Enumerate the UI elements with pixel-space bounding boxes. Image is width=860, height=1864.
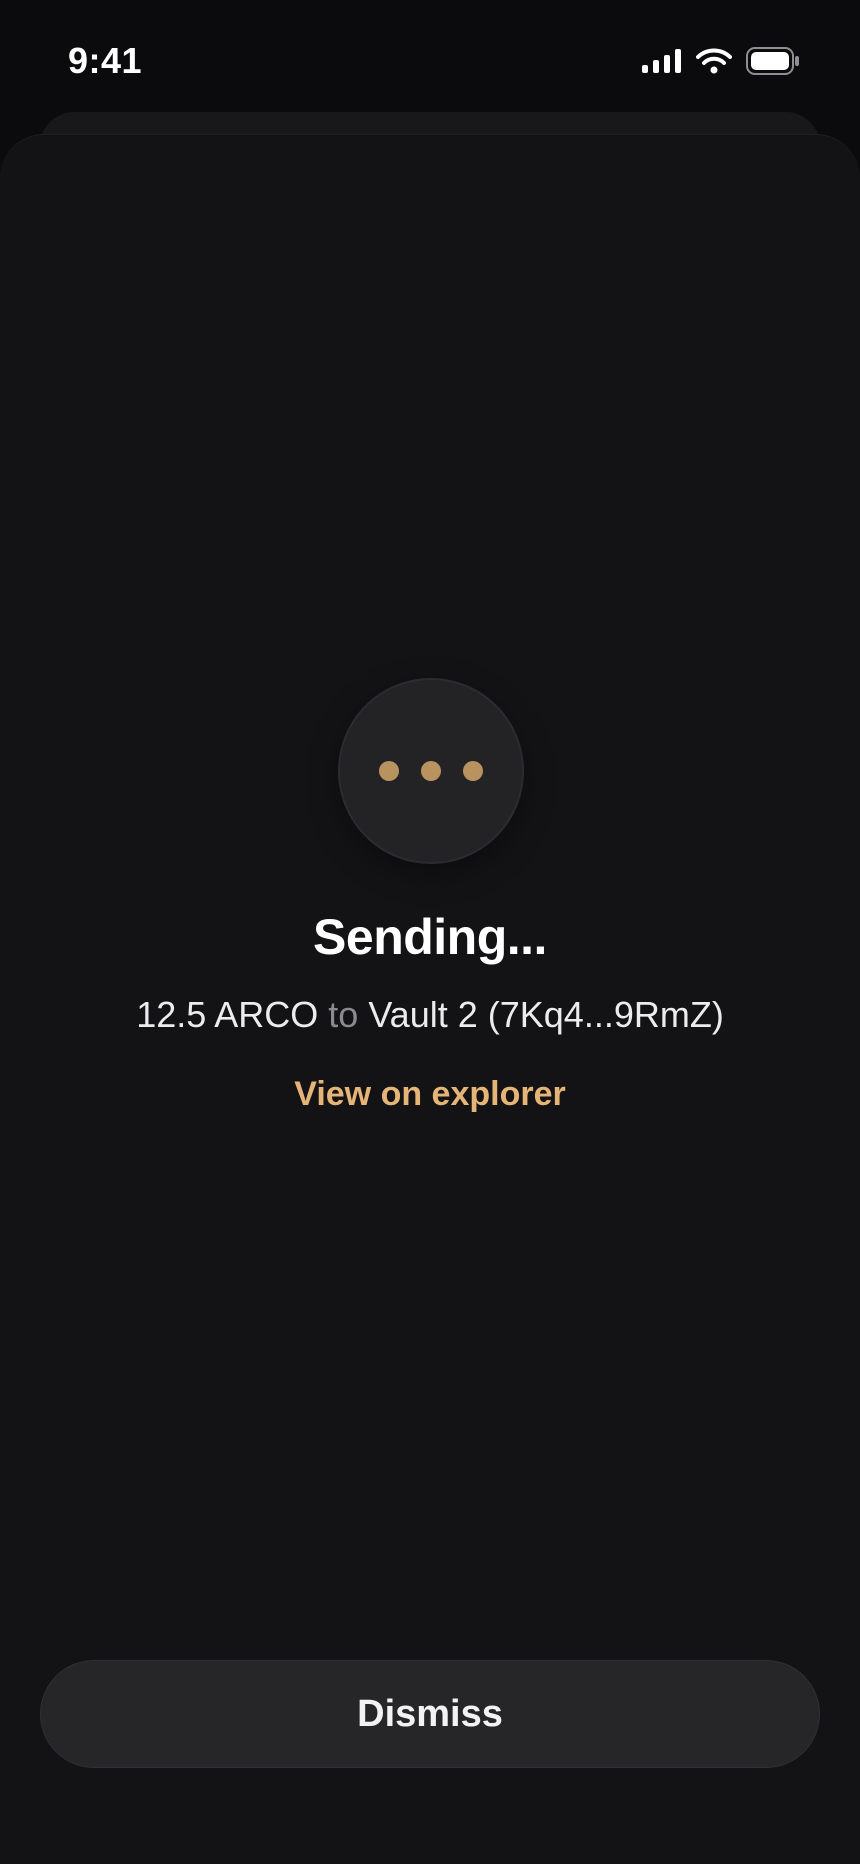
status-time: 9:41 [68, 40, 143, 81]
view-on-explorer-link-container: View on explorer [0, 1075, 860, 1114]
transaction-summary: 12.5 ARCO to Vault 2 (7Kq4...9RmZ) [0, 994, 860, 1036]
loader-dot [421, 761, 441, 781]
transaction-connector: to [328, 994, 359, 1035]
transaction-recipient: Vault 2 (7Kq4...9RmZ) [368, 994, 724, 1035]
transaction-amount: 12.5 ARCO [136, 994, 319, 1035]
dismiss-button[interactable]: Dismiss [40, 1660, 820, 1768]
status-icons [642, 46, 800, 76]
status-bar: 9:41 [0, 0, 860, 110]
transaction-status-screen: 9:41 Sending... 12.5 ARCO to Vault 2 (7K… [0, 0, 860, 1864]
view-on-explorer-link[interactable]: View on explorer [294, 1075, 565, 1113]
dismiss-button-label: Dismiss [357, 1692, 503, 1735]
pending-dots-icon [338, 678, 524, 864]
loader-dot [379, 761, 399, 781]
loader-dot [463, 761, 483, 781]
transaction-status-title: Sending... [313, 909, 547, 965]
battery-icon [746, 47, 800, 75]
wifi-icon [696, 48, 732, 74]
cellular-signal-icon [642, 49, 682, 73]
